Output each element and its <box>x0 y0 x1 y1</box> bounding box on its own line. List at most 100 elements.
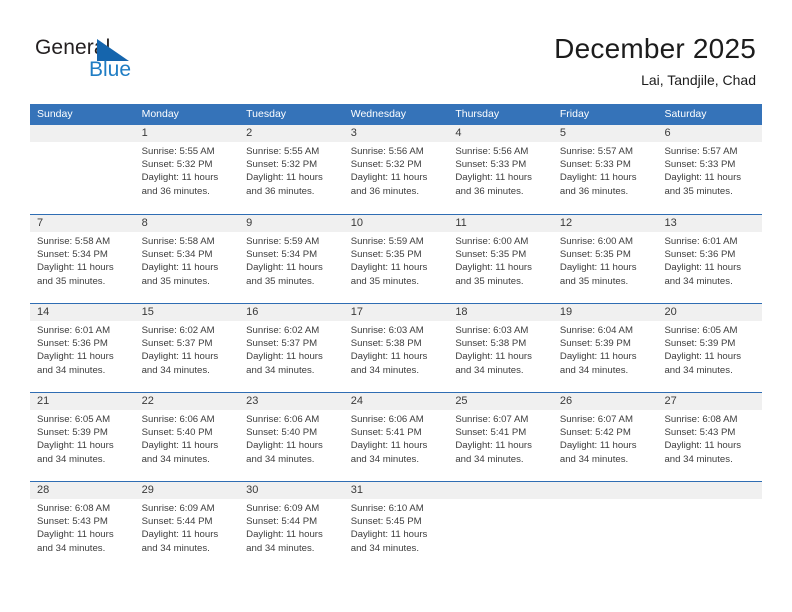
daylight-text-line1: Daylight: 11 hours <box>350 172 428 184</box>
day-details: Sunrise: 5:58 AM Sunset: 5:34 PM Daylight:… <box>135 232 240 288</box>
sunrise-text: Sunrise: 5:55 AM <box>246 146 320 157</box>
day-number: 17 <box>343 304 449 321</box>
day-cell[interactable]: 21 Sunrise: 6:05 AM Sunset: 5:39 PM Dayligh… <box>30 393 135 481</box>
day-cell[interactable]: 28 Sunrise: 6:08 AM Sunset: 5:43 PM Dayligh… <box>30 482 135 570</box>
daylight-text-line2: and 34 minutes. <box>664 364 733 376</box>
day-details: Sunrise: 6:04 AM Sunset: 5:39 PM Daylight:… <box>553 321 658 377</box>
day-cell[interactable]: 11 Sunrise: 6:00 AM Sunset: 5:35 PM Dayligh… <box>448 215 553 303</box>
sunrise-text: Sunrise: 6:05 AM <box>37 414 111 425</box>
day-details: Sunrise: 6:05 AM Sunset: 5:39 PM Daylight:… <box>30 410 135 466</box>
day-number: 1 <box>134 125 240 142</box>
day-cell[interactable]: 30 Sunrise: 6:09 AM Sunset: 5:44 PM Dayligh… <box>239 482 344 570</box>
day-details: Sunrise: 6:03 AM Sunset: 5:38 PM Daylight:… <box>448 321 553 377</box>
daylight-text-line2: and 34 minutes. <box>559 453 629 465</box>
daylight-text-line2: and 34 minutes. <box>37 542 106 554</box>
daylight-text-line1: Daylight: 11 hours <box>664 351 742 363</box>
week-row: 21 Sunrise: 6:05 AM Sunset: 5:39 PM Dayligh… <box>30 392 763 481</box>
daylight-text-line1: Daylight: 11 hours <box>37 351 114 363</box>
general-blue-logo[interactable]: General Blue <box>35 36 215 86</box>
sunset-text: Sunset: 5:36 PM <box>37 338 108 350</box>
day-cell[interactable]: 26 Sunrise: 6:07 AM Sunset: 5:42 PM Dayligh… <box>552 393 658 481</box>
sunrise-text: Sunrise: 6:06 AM <box>350 414 424 425</box>
daylight-text-line1: Daylight: 11 hours <box>455 440 532 452</box>
day-cell[interactable]: 24 Sunrise: 6:06 AM Sunset: 5:41 PM Dayligh… <box>343 393 449 481</box>
day-cell[interactable]: 7 Sunrise: 5:58 AM Sunset: 5:34 PM Daylight… <box>30 215 135 303</box>
sunset-text: Sunset: 5:44 PM <box>141 516 213 528</box>
daylight-text-line1: Daylight: 11 hours <box>559 172 637 184</box>
day-number <box>552 482 658 499</box>
daylight-text-line2: and 35 minutes. <box>141 275 210 287</box>
week-row: 28 Sunrise: 6:08 AM Sunset: 5:43 PM Dayligh… <box>30 481 763 570</box>
day-cell[interactable]: 25 Sunrise: 6:07 AM Sunset: 5:41 PM Dayligh… <box>448 393 553 481</box>
day-cell[interactable]: 4 Sunrise: 5:56 AM Sunset: 5:33 PM Daylight… <box>448 125 553 214</box>
day-details: Sunrise: 6:01 AM Sunset: 5:36 PM Daylight:… <box>657 232 762 288</box>
daylight-text-line2: and 35 minutes. <box>246 275 315 287</box>
sunrise-text: Sunrise: 5:55 AM <box>141 146 215 157</box>
sunrise-text: Sunrise: 5:58 AM <box>141 236 215 247</box>
sunrise-text: Sunrise: 6:09 AM <box>246 503 320 514</box>
day-cell[interactable]: 10 Sunrise: 5:59 AM Sunset: 5:35 PM Dayligh… <box>343 215 449 303</box>
sunrise-text: Sunrise: 6:08 AM <box>664 414 738 425</box>
daylight-text-line2: and 34 minutes. <box>141 453 210 465</box>
day-details: Sunrise: 6:00 AM Sunset: 5:35 PM Daylight:… <box>448 232 553 288</box>
day-details: Sunrise: 5:55 AM Sunset: 5:32 PM Daylight:… <box>135 142 240 198</box>
day-cell[interactable]: 1 Sunrise: 5:55 AM Sunset: 5:32 PM Daylight… <box>134 125 240 214</box>
day-cell[interactable]: 12 Sunrise: 6:00 AM Sunset: 5:35 PM Dayligh… <box>552 215 658 303</box>
day-number: 7 <box>30 215 135 232</box>
day-cell[interactable]: 13 Sunrise: 6:01 AM Sunset: 5:36 PM Dayligh… <box>657 215 763 303</box>
day-details: Sunrise: 5:59 AM Sunset: 5:35 PM Daylight:… <box>344 232 449 288</box>
day-number: 20 <box>657 304 763 321</box>
day-details: Sunrise: 6:09 AM Sunset: 5:44 PM Daylight:… <box>239 499 344 555</box>
day-details: Sunrise: 6:06 AM Sunset: 5:41 PM Daylight:… <box>344 410 449 466</box>
sunset-text: Sunset: 5:38 PM <box>455 338 527 350</box>
day-details: Sunrise: 6:02 AM Sunset: 5:37 PM Daylight:… <box>135 321 240 377</box>
calendar-page: General Blue December 2025 Lai, Tandjile… <box>0 0 792 612</box>
daylight-text-line1: Daylight: 11 hours <box>559 440 637 452</box>
day-cell-empty <box>657 482 763 570</box>
day-cell[interactable]: 27 Sunrise: 6:08 AM Sunset: 5:43 PM Dayligh… <box>657 393 763 481</box>
sunset-text: Sunset: 5:32 PM <box>246 159 318 171</box>
day-cell[interactable]: 20 Sunrise: 6:05 AM Sunset: 5:39 PM Dayligh… <box>657 304 763 392</box>
day-cell[interactable]: 17 Sunrise: 6:03 AM Sunset: 5:38 PM Dayligh… <box>343 304 449 392</box>
day-cell[interactable]: 18 Sunrise: 6:03 AM Sunset: 5:38 PM Dayligh… <box>448 304 553 392</box>
day-cell[interactable]: 29 Sunrise: 6:09 AM Sunset: 5:44 PM Dayligh… <box>134 482 240 570</box>
daylight-text-line1: Daylight: 11 hours <box>350 529 428 541</box>
sunset-text: Sunset: 5:33 PM <box>455 159 527 171</box>
sunrise-text: Sunrise: 6:07 AM <box>455 414 529 425</box>
calendar-grid: Sunday Monday Tuesday Wednesday Thursday… <box>30 104 763 570</box>
day-details: Sunrise: 6:06 AM Sunset: 5:40 PM Daylight:… <box>135 410 240 466</box>
day-cell[interactable]: 14 Sunrise: 6:01 AM Sunset: 5:36 PM Dayligh… <box>30 304 135 392</box>
week-row: 7 Sunrise: 5:58 AM Sunset: 5:34 PM Daylight… <box>30 214 763 303</box>
day-cell-empty <box>448 482 553 570</box>
day-cell[interactable]: 6 Sunrise: 5:57 AM Sunset: 5:33 PM Daylight… <box>657 125 763 214</box>
day-cell[interactable]: 5 Sunrise: 5:57 AM Sunset: 5:33 PM Daylight… <box>552 125 658 214</box>
day-cell[interactable]: 16 Sunrise: 6:02 AM Sunset: 5:37 PM Dayligh… <box>239 304 344 392</box>
weekday-header-saturday: Saturday <box>664 108 707 120</box>
day-details: Sunrise: 5:57 AM Sunset: 5:33 PM Daylight:… <box>553 142 658 198</box>
sunset-text: Sunset: 5:37 PM <box>141 338 213 350</box>
daylight-text-line2: and 35 minutes. <box>664 185 733 197</box>
day-cell[interactable]: 3 Sunrise: 5:56 AM Sunset: 5:32 PM Daylight… <box>343 125 449 214</box>
day-number <box>448 482 553 499</box>
day-cell[interactable]: 2 Sunrise: 5:55 AM Sunset: 5:32 PM Daylight… <box>239 125 344 214</box>
day-cell[interactable]: 22 Sunrise: 6:06 AM Sunset: 5:40 PM Dayligh… <box>134 393 240 481</box>
daylight-text-line1: Daylight: 11 hours <box>664 172 742 184</box>
day-cell[interactable]: 9 Sunrise: 5:59 AM Sunset: 5:34 PM Daylight… <box>239 215 344 303</box>
day-details: Sunrise: 5:57 AM Sunset: 5:33 PM Daylight:… <box>657 142 762 198</box>
daylight-text-line2: and 36 minutes. <box>455 185 524 197</box>
sunrise-text: Sunrise: 6:10 AM <box>350 503 424 514</box>
day-cell[interactable]: 31 Sunrise: 6:10 AM Sunset: 5:45 PM Dayligh… <box>343 482 449 570</box>
day-number: 27 <box>657 393 763 410</box>
day-cell[interactable]: 23 Sunrise: 6:06 AM Sunset: 5:40 PM Dayligh… <box>239 393 344 481</box>
day-details: Sunrise: 5:56 AM Sunset: 5:33 PM Daylight:… <box>448 142 553 198</box>
daylight-text-line1: Daylight: 11 hours <box>559 262 637 274</box>
daylight-text-line2: and 34 minutes. <box>455 453 524 465</box>
day-cell[interactable]: 19 Sunrise: 6:04 AM Sunset: 5:39 PM Dayligh… <box>552 304 658 392</box>
sunset-text: Sunset: 5:34 PM <box>141 249 213 261</box>
page-subtitle: Lai, Tandjile, Chad <box>641 72 756 88</box>
day-cell[interactable]: 8 Sunrise: 5:58 AM Sunset: 5:34 PM Daylight… <box>134 215 240 303</box>
daylight-text-line1: Daylight: 11 hours <box>246 172 323 184</box>
sunrise-text: Sunrise: 5:58 AM <box>37 236 111 247</box>
day-cell[interactable]: 15 Sunrise: 6:02 AM Sunset: 5:37 PM Dayligh… <box>134 304 240 392</box>
sunset-text: Sunset: 5:37 PM <box>246 338 318 350</box>
